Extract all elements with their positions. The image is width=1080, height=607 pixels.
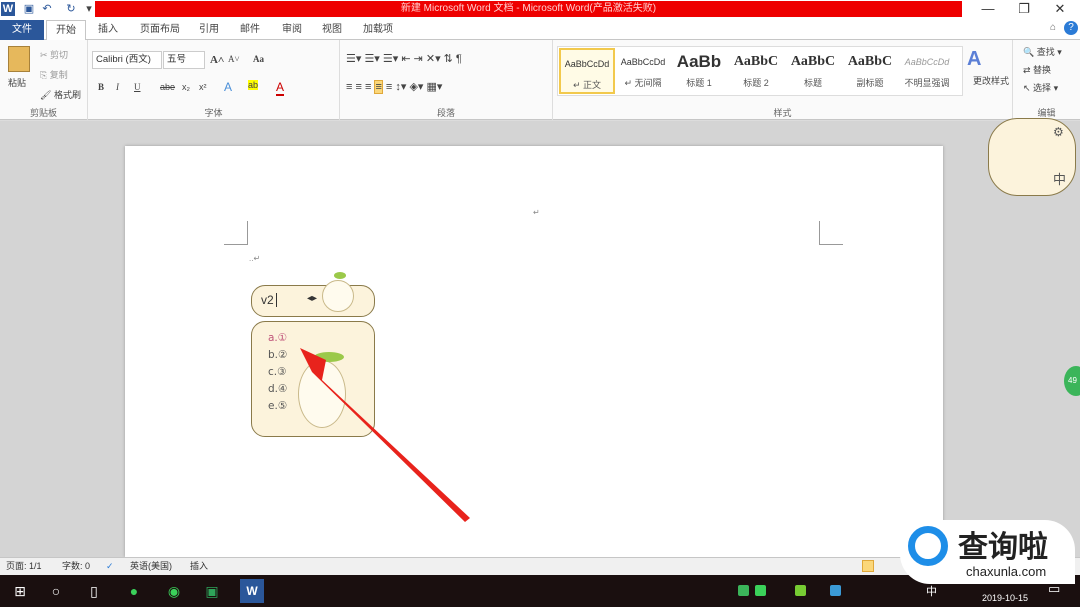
word-count[interactable]: 字数: 0	[62, 558, 90, 575]
tray-icon[interactable]	[738, 585, 749, 596]
excel-icon[interactable]: ▣	[200, 579, 224, 603]
language[interactable]: 英语(美国)	[130, 558, 172, 575]
search-icon[interactable]: ○	[44, 579, 68, 603]
watermark-text: 查询啦	[958, 531, 1048, 564]
word-taskbar-icon[interactable]: W	[240, 579, 264, 603]
taskbar-ime[interactable]: 中	[926, 583, 937, 599]
tray-icon[interactable]	[830, 585, 841, 596]
wechat-icon[interactable]: ●	[122, 579, 146, 603]
ime-mode[interactable]: 中	[1053, 169, 1066, 188]
app-green-icon[interactable]: ◉	[162, 579, 186, 603]
insert-mode[interactable]: 插入	[190, 558, 208, 575]
proofing-icon[interactable]: ✓	[106, 558, 114, 575]
red-arrow-annotation	[300, 348, 470, 522]
page-count[interactable]: 页面: 1/1	[6, 558, 42, 575]
watermark-logo: 查询啦 chaxunla.com	[900, 520, 1075, 584]
watermark-q-icon	[908, 526, 948, 566]
start-icon[interactable]: ⊞	[8, 579, 32, 603]
task-view-icon[interactable]: ▯	[82, 579, 106, 603]
arrow-shape	[300, 348, 470, 522]
tray-icon[interactable]	[795, 585, 806, 596]
tray-wechat-icon[interactable]	[755, 585, 766, 596]
taskbar-date[interactable]: 2019-10-15	[982, 593, 1028, 603]
watermark-url: chaxunla.com	[966, 564, 1047, 579]
settings-icon[interactable]: ⚙	[1053, 125, 1064, 139]
ime-status-widget[interactable]: ⚙ 中	[988, 118, 1076, 196]
print-layout-icon[interactable]	[862, 560, 874, 572]
